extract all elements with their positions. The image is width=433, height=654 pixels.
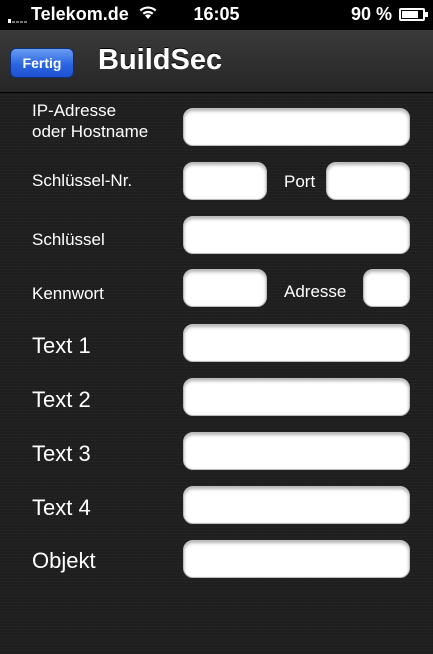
navigation-bar: Fertig BuildSec [0, 30, 433, 93]
battery-status: 90 % [350, 4, 428, 25]
text1-input[interactable] [183, 324, 410, 362]
page-title: BuildSec [98, 44, 223, 76]
port-input[interactable] [326, 162, 410, 200]
object-label: Objekt [32, 548, 96, 573]
text2-input[interactable] [183, 378, 410, 416]
address-input[interactable] [363, 269, 410, 307]
key-input[interactable] [183, 216, 410, 254]
port-label: Port [284, 172, 316, 191]
key-number-label: Schlüssel-Nr. [32, 171, 133, 190]
text3-input[interactable] [183, 432, 410, 470]
password-label: Kennwort [32, 284, 104, 303]
text2-label: Text 2 [32, 387, 91, 412]
done-button[interactable]: Fertig [10, 48, 74, 78]
ip-address-label-line1: IP-Adresse [32, 101, 117, 120]
key-label: Schlüssel [32, 230, 105, 249]
address-label: Adresse [284, 282, 347, 301]
key-number-input[interactable] [183, 162, 267, 200]
object-input[interactable] [183, 540, 410, 578]
text4-label: Text 4 [32, 495, 91, 520]
password-input[interactable] [183, 269, 267, 307]
battery-icon [399, 8, 428, 21]
ip-address-label-line2: oder Hostname [32, 122, 149, 141]
text3-label: Text 3 [32, 441, 91, 466]
ip-address-input[interactable] [183, 108, 410, 146]
status-bar: Telekom.de 16:05 90 % [0, 0, 433, 30]
text4-input[interactable] [183, 486, 410, 524]
text1-label: Text 1 [32, 333, 91, 358]
ip-address-label: IP-Adresse oder Hostname [32, 100, 148, 142]
battery-percent: 90 % [350, 4, 392, 24]
